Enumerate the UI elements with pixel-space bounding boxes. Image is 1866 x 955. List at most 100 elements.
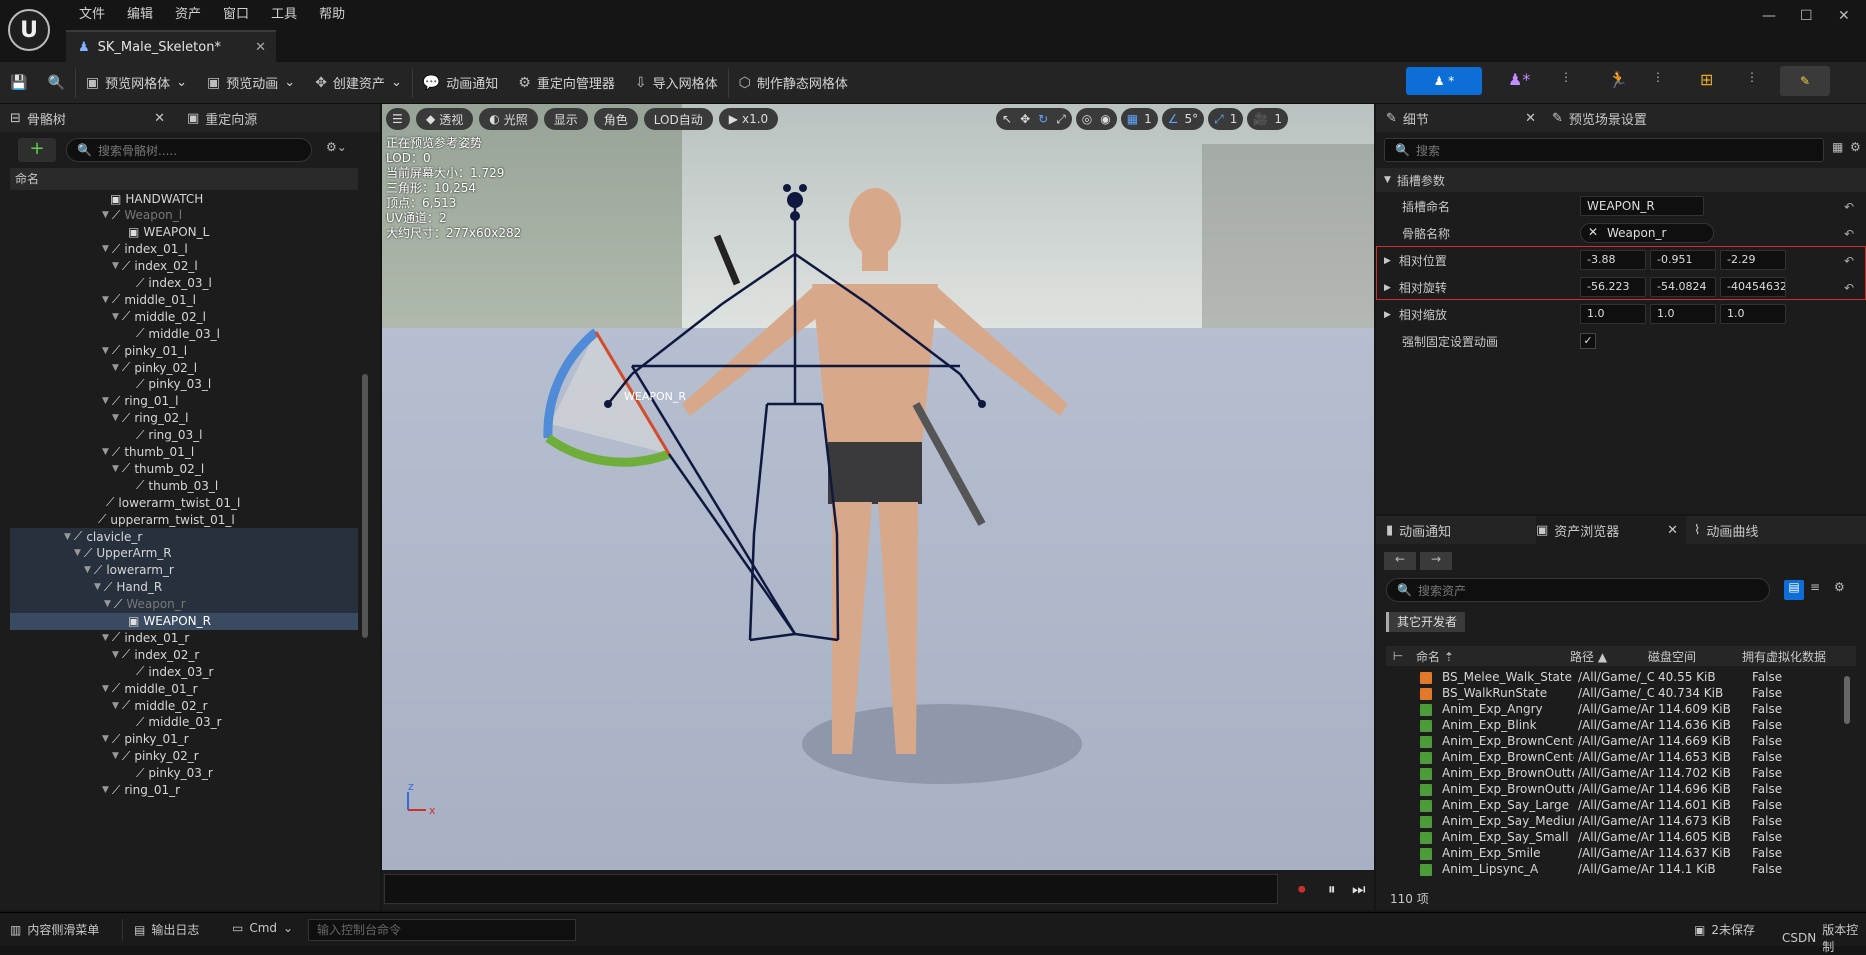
bone-name-picker[interactable]: Weapon_r: [1580, 223, 1714, 243]
skeleton-mode-button[interactable]: ♟ *: [1406, 67, 1482, 95]
clear-icon[interactable]: ✕: [1588, 225, 1598, 239]
expand-arrow-icon[interactable]: ▼: [64, 532, 71, 542]
show-button[interactable]: 显示: [543, 108, 588, 130]
tree-scrollbar[interactable]: [362, 374, 368, 638]
retarget-manager-button[interactable]: ⚙ 重定向管理器: [508, 62, 625, 104]
table-view-icon[interactable]: ▦: [1832, 140, 1843, 154]
asset-row[interactable]: Anim_Exp_Smile/All/Game/Ar 114.637 KiB Fal…: [1386, 846, 1856, 862]
expand-arrow-icon[interactable]: ▼: [112, 751, 119, 761]
bone-tree-row[interactable]: ▼ ⟋ pinky_01_l: [10, 342, 358, 359]
animation-mode-icon[interactable]: 🏃: [1608, 70, 1628, 89]
tab-preview-settings[interactable]: ✎ 预览场景设置: [1552, 109, 1647, 128]
tab-retarget-source[interactable]: ▣ 重定向源: [187, 109, 257, 128]
save-button[interactable]: 💾: [0, 62, 37, 104]
more-options-icon[interactable]: ⋮: [1652, 70, 1664, 84]
bone-tree-row[interactable]: ▼ ⟋ thumb_01_l: [10, 444, 358, 461]
reset-icon[interactable]: ↶: [1844, 200, 1854, 214]
asset-row[interactable]: Anim_Exp_BrownOutte/All/Game/Ar 114.702 K…: [1386, 766, 1856, 782]
expand-arrow-icon[interactable]: ▼: [112, 312, 119, 322]
expand-arrow-icon[interactable]: ▼: [102, 396, 109, 406]
expand-arrow-icon[interactable]: ▼: [102, 244, 109, 254]
scale-icon[interactable]: ⤢: [1056, 112, 1066, 127]
asset-row[interactable]: Anim_Exp_BrownOutte/All/Game/Ar 114.696 K…: [1386, 782, 1856, 798]
bone-tree-row[interactable]: ▼ ⟋ middle_01_l: [10, 291, 358, 308]
expand-arrow-icon[interactable]: ▼: [94, 582, 101, 592]
expand-arrow-icon[interactable]: ▼: [102, 210, 109, 220]
bone-tree-row[interactable]: ▼ ⟋ clavicle_r: [10, 528, 358, 545]
bone-tree-row[interactable]: ▼ ⟋ ring_02_l: [10, 410, 358, 427]
expand-arrow-icon[interactable]: ▼: [112, 261, 119, 271]
menu-item-0[interactable]: 文件: [68, 0, 116, 30]
output-log-button[interactable]: ▤ 输出日志: [134, 921, 199, 938]
menu-item-4[interactable]: 工具: [260, 0, 308, 30]
asset-row[interactable]: Anim_Exp_Say_Large/All/Game/Ar 114.601 Ki…: [1386, 798, 1856, 814]
expand-arrow-icon[interactable]: ▼: [102, 785, 109, 795]
cmd-dropdown[interactable]: ▭ Cmd ⌄: [232, 921, 293, 935]
playback-speed-button[interactable]: ▶ x1.0: [718, 108, 779, 130]
force-always-animated-checkbox[interactable]: ✓: [1580, 333, 1596, 349]
asset-row[interactable]: Anim_Exp_Angry/All/Game/Ar 114.609 KiB Fal…: [1386, 702, 1856, 718]
bone-tree-row[interactable]: ▼ ⟋ index_01_r: [10, 629, 358, 646]
expand-arrow-icon[interactable]: ▼: [112, 650, 119, 660]
bone-tree-row[interactable]: ▼ ⟋ ring_01_r: [10, 782, 358, 799]
bone-tree-row[interactable]: ⟋ index_03_l: [10, 275, 358, 292]
3d-viewport[interactable]: WEAPON_R z x ☰ ◆ 透视 ◐ 光照 显示 角色 LOD自动 ▶ x1.0…: [382, 104, 1374, 870]
expand-arrow-icon[interactable]: ▼: [102, 295, 109, 305]
scale-snap[interactable]: ⤢ 1: [1208, 108, 1244, 130]
add-bone-button[interactable]: +: [18, 138, 56, 162]
bone-tree-row[interactable]: ▼ ⟋ Weapon_l: [10, 207, 358, 224]
folder-toggle-icon[interactable]: ▤: [1784, 580, 1804, 600]
tab-skeleton-tree[interactable]: ⊟ 骨骼树 ✕: [10, 109, 165, 128]
close-tab-icon[interactable]: ✕: [154, 111, 165, 126]
bone-tree-row[interactable]: ▼ ⟋ pinky_02_r: [10, 748, 358, 765]
bone-tree-row[interactable]: ⟋ middle_03_l: [10, 325, 358, 342]
anim-notify-button[interactable]: 💬 动画通知: [413, 62, 508, 104]
menu-item-5[interactable]: 帮助: [308, 0, 356, 30]
bone-tree-row[interactable]: ▼ ⟋ index_02_r: [10, 646, 358, 663]
forward-arrow-icon[interactable]: →: [1420, 552, 1452, 570]
surface-snap-icon[interactable]: ◉: [1100, 112, 1110, 126]
asset-search-input[interactable]: 🔍 搜索资产: [1386, 578, 1770, 602]
more-options-icon[interactable]: ⋮: [1560, 70, 1572, 84]
expand-arrow-icon[interactable]: ▼: [112, 701, 119, 711]
bone-tree-row[interactable]: ▼ ⟋ index_01_l: [10, 241, 358, 258]
preview-anim-button[interactable]: ▣ 预览动画 ⌄: [197, 62, 305, 104]
menu-item-2[interactable]: 资产: [164, 0, 212, 30]
bone-tree-row[interactable]: ▼ ⟋ middle_02_l: [10, 308, 358, 325]
mesh-mode-icon[interactable]: ♟*: [1508, 70, 1530, 89]
bone-tree-row[interactable]: ⟋ thumb_03_l: [10, 477, 358, 494]
close-tab-icon[interactable]: ✕: [1525, 111, 1536, 126]
make-static-mesh-button[interactable]: ⬡ 制作静态网格体: [729, 62, 858, 104]
bone-tree-row[interactable]: ⟋ middle_03_r: [10, 714, 358, 731]
tab-asset-browser[interactable]: ▣ 资产浏览器 ✕: [1536, 516, 1686, 544]
expand-arrow-icon[interactable]: ▼: [112, 464, 119, 474]
bone-tree-row[interactable]: ▼ ⟋ thumb_02_l: [10, 460, 358, 477]
bone-tree-row[interactable]: ⟋ ring_03_l: [10, 427, 358, 444]
expand-arrow-icon[interactable]: ▼: [102, 734, 109, 744]
close-tab-icon[interactable]: ✕: [255, 40, 266, 55]
col-disk-size[interactable]: 磁盘空间: [1642, 648, 1736, 665]
expand-arrow-icon[interactable]: ▼: [112, 363, 119, 373]
asset-row[interactable]: Anim_Exp_BrownCente/All/Game/Ar 114.669 K…: [1386, 734, 1856, 750]
expand-arrow-icon[interactable]: ▼: [84, 565, 91, 575]
scale-z-input[interactable]: 1.0: [1720, 304, 1786, 324]
expand-arrow-icon[interactable]: ▼: [102, 447, 109, 457]
filter-chip[interactable]: 其它开发者: [1386, 612, 1466, 632]
grid-snap[interactable]: ▦ 1: [1120, 108, 1158, 130]
asset-scrollbar[interactable]: [1844, 676, 1850, 724]
col-path[interactable]: 路径 ▲: [1564, 648, 1642, 665]
maximize-icon[interactable]: ☐: [1800, 8, 1813, 24]
bone-tree-row[interactable]: ▼ ⟋ lowerarm_r: [10, 561, 358, 579]
reset-icon[interactable]: ↶: [1844, 227, 1854, 241]
lod-button[interactable]: LOD自动: [643, 108, 713, 130]
menu-item-1[interactable]: 编辑: [116, 0, 164, 30]
scale-x-input[interactable]: 1.0: [1580, 304, 1646, 324]
unsaved-button[interactable]: ▣ 2未保存: [1694, 921, 1755, 938]
bone-tree-row[interactable]: ▼ ⟋ pinky_02_l: [10, 359, 358, 376]
source-control-button[interactable]: CSDN 版本控制: [1782, 921, 1866, 955]
expand-arrow-icon[interactable]: ▼: [102, 633, 109, 643]
details-search-input[interactable]: 🔍 搜索: [1384, 138, 1824, 162]
socket-name-input[interactable]: WEAPON_R: [1580, 196, 1704, 216]
source-tree-icon[interactable]: ⊢: [1386, 649, 1410, 663]
bone-tree-row[interactable]: ▼ ⟋ index_02_l: [10, 258, 358, 275]
